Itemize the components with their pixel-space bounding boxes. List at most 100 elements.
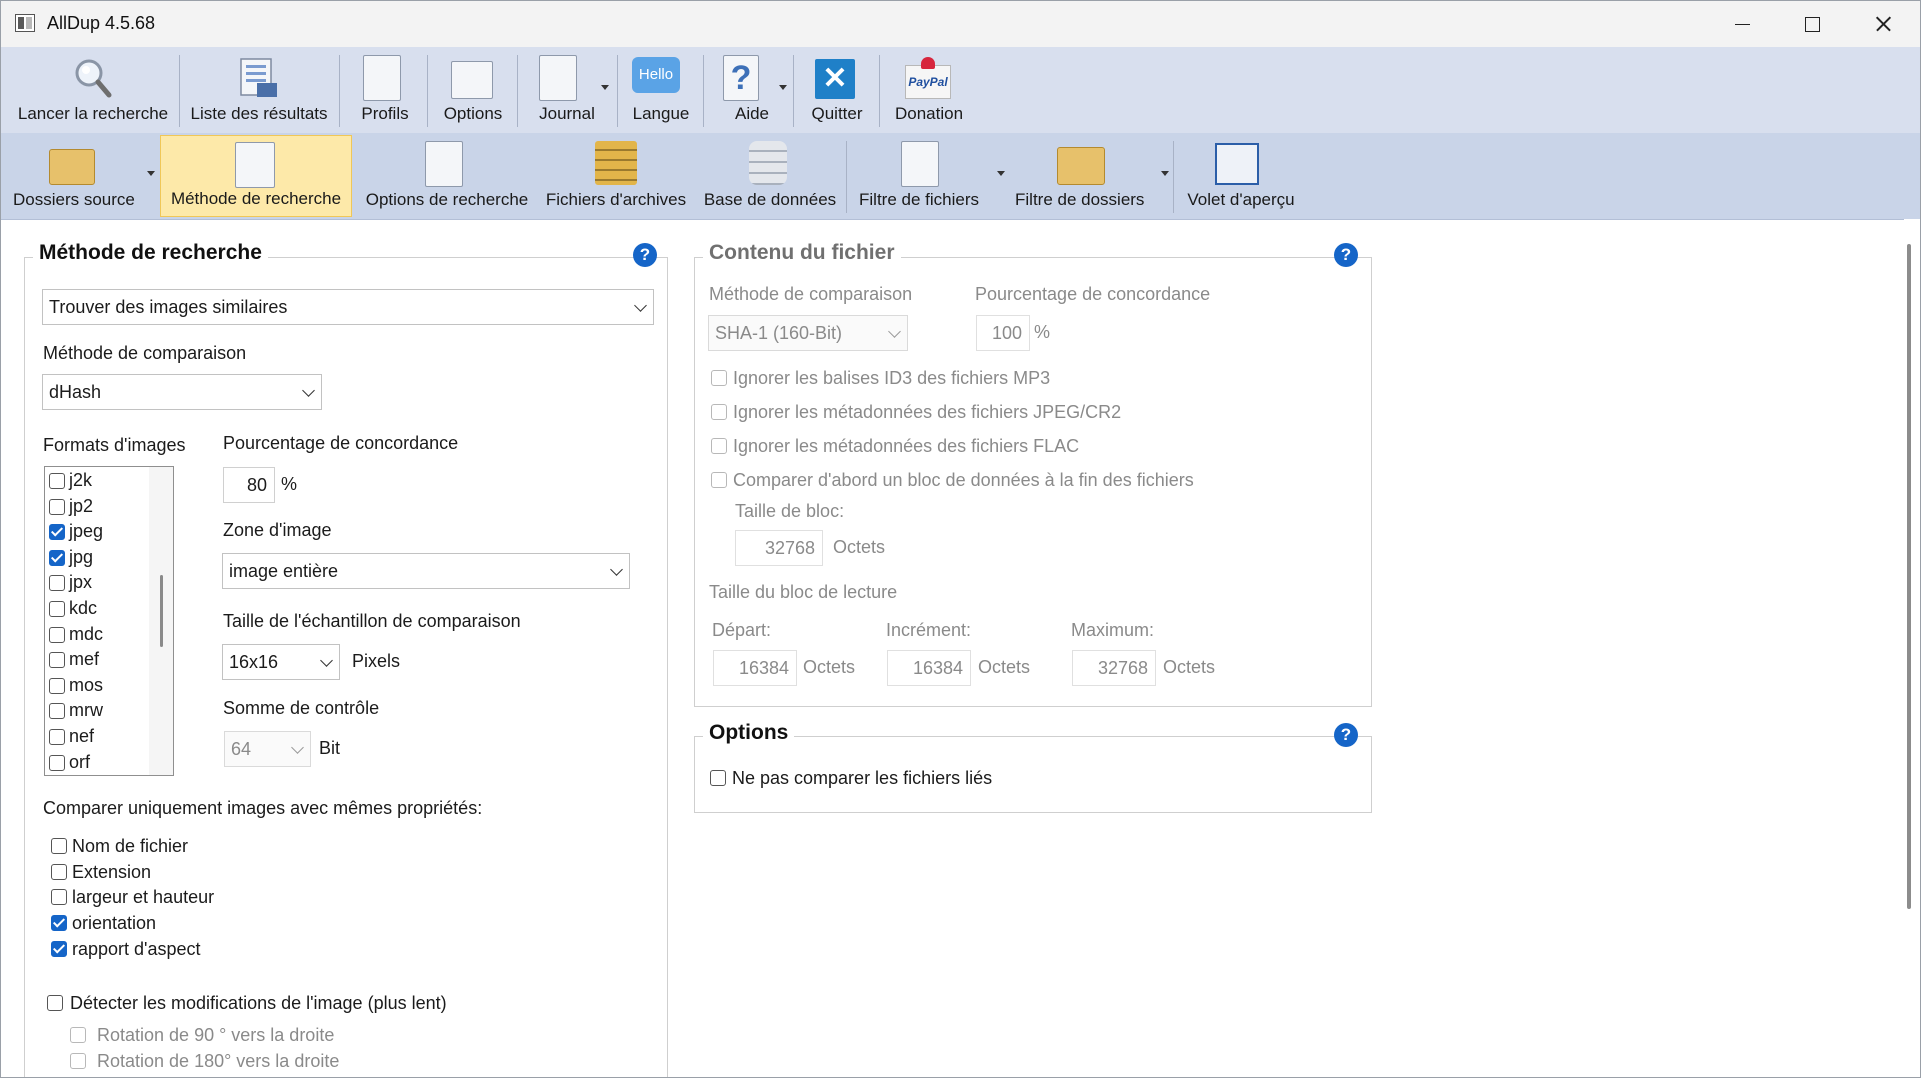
journal-button[interactable]: Journal	[521, 47, 613, 133]
options-title: Options	[703, 721, 795, 745]
format-label: mos	[69, 674, 104, 695]
ignore-flac-checkbox[interactable]	[711, 438, 727, 454]
quit-button[interactable]: ✕ Quitter	[797, 47, 877, 133]
ignore-id3-checkbox[interactable]	[711, 370, 727, 386]
image-formats-list[interactable]: j2k jp2 jpeg jpg jpx kdc mdc mef mos mrw nef orf	[44, 466, 174, 776]
toolbar-separator	[1173, 141, 1174, 213]
archive-files-label: Fichiers d'archives	[545, 190, 687, 209]
toolbar-separator	[617, 55, 618, 127]
file-filter-button[interactable]: Filtre de fichiers	[853, 133, 1005, 219]
source-folders-dropdown-icon[interactable]	[147, 171, 155, 176]
folder-filter-icon	[1057, 147, 1105, 185]
compare-block-label: Comparer d'abord un bloc de données à la…	[733, 470, 1194, 490]
options-help-icon[interactable]: ?	[1334, 723, 1358, 747]
increment-input[interactable]: 16384	[887, 650, 971, 686]
compare-method-select[interactable]: dHash	[42, 374, 322, 410]
property-checkbox[interactable]	[51, 863, 67, 880]
format-checkbox[interactable]	[49, 524, 65, 541]
search-method-select[interactable]: Trouver des images similaires	[42, 289, 654, 325]
search-method-label: Méthode de recherche	[170, 189, 342, 208]
property-checkbox[interactable]	[51, 915, 67, 932]
formats-scrollbar[interactable]	[149, 467, 173, 775]
detect-modifications-checkbox[interactable]	[47, 995, 63, 1011]
format-checkbox[interactable]	[49, 677, 65, 694]
rotate-90-checkbox[interactable]	[70, 1027, 86, 1043]
start-search-label: Lancer la recherche	[17, 104, 169, 123]
format-checkbox[interactable]	[49, 754, 65, 771]
start-input[interactable]: 16384	[713, 650, 797, 686]
format-checkbox[interactable]	[49, 703, 65, 720]
image-zone-value: image entière	[229, 561, 339, 581]
format-checkbox[interactable]	[49, 473, 65, 489]
checksum-select[interactable]: 64	[224, 731, 311, 767]
compare-block-checkbox[interactable]	[711, 472, 727, 488]
options-icon	[451, 61, 493, 99]
language-button[interactable]: Hello Langue	[621, 47, 701, 133]
help-button[interactable]: ? Aide	[707, 47, 797, 133]
vertical-scroll-thumb[interactable]	[1907, 244, 1911, 909]
help-dropdown-icon[interactable]	[779, 85, 787, 90]
file-content-help-icon[interactable]: ?	[1334, 243, 1358, 267]
folder-filter-button[interactable]: Filtre de dossiers	[1009, 133, 1169, 219]
database-button[interactable]: Base de données	[699, 133, 841, 219]
start-unit: Octets	[803, 657, 856, 677]
maximum-label: Maximum:	[1071, 620, 1155, 640]
toolbar-separator	[793, 55, 794, 127]
no-linked-files-checkbox[interactable]	[710, 770, 726, 786]
file-filter-dropdown-icon[interactable]	[997, 171, 1005, 176]
search-method-help-icon[interactable]: ?	[633, 243, 657, 267]
options-label: Options	[443, 104, 503, 123]
donation-button[interactable]: PayPal Donation	[883, 47, 975, 133]
format-checkbox[interactable]	[49, 575, 65, 592]
fc-compare-method-select[interactable]: SHA-1 (160-Bit)	[708, 315, 908, 351]
start-search-button[interactable]: Lancer la recherche	[9, 47, 177, 133]
property-checkbox[interactable]	[51, 838, 67, 854]
property-checkbox[interactable]	[51, 940, 67, 957]
journal-label: Journal	[539, 104, 595, 123]
block-size-input[interactable]: 32768	[735, 530, 823, 566]
chevron-down-icon	[634, 299, 647, 312]
results-list-button[interactable]: Liste des résultats	[185, 47, 333, 133]
sample-size-select[interactable]: 16x16	[222, 644, 340, 680]
maximum-input[interactable]: 32768	[1072, 650, 1156, 686]
paypal-icon: PayPal	[905, 65, 951, 99]
sample-size-label: Taille de l'échantillon de comparaison	[223, 611, 521, 631]
minimize-button[interactable]	[1707, 1, 1777, 47]
formats-scroll-thumb[interactable]	[160, 575, 163, 647]
format-checkbox[interactable]	[49, 498, 65, 515]
fc-match-percent-input[interactable]: 100	[976, 315, 1030, 351]
database-icon	[749, 141, 787, 185]
ignore-jpeg-checkbox[interactable]	[711, 404, 727, 420]
maximize-button[interactable]	[1777, 1, 1847, 47]
close-button[interactable]	[1847, 1, 1917, 47]
archive-files-button[interactable]: Fichiers d'archives	[541, 133, 691, 219]
rotate-180-checkbox[interactable]	[70, 1053, 86, 1069]
format-checkbox[interactable]	[49, 601, 65, 617]
search-method-button[interactable]: Méthode de recherche	[160, 135, 352, 217]
toolbar-separator	[427, 55, 428, 127]
preview-pane-icon	[1215, 143, 1259, 185]
format-checkbox[interactable]	[49, 626, 65, 643]
journal-dropdown-icon[interactable]	[601, 85, 609, 90]
preview-pane-button[interactable]: Volet d'aperçu	[1179, 133, 1303, 219]
format-checkbox[interactable]	[49, 729, 65, 745]
source-folders-icon	[49, 149, 95, 185]
search-options-button[interactable]: Options de recherche	[357, 133, 537, 219]
format-checkbox[interactable]	[49, 549, 65, 566]
image-zone-select[interactable]: image entière	[222, 553, 630, 589]
checksum-label: Somme de contrôle	[223, 698, 380, 718]
chevron-down-icon	[888, 325, 901, 338]
secondary-toolbar: Dossiers source Méthode de recherche Opt…	[1, 133, 1920, 220]
match-percent-input[interactable]: 80	[223, 467, 275, 503]
format-label: mef	[69, 649, 100, 670]
property-checkbox[interactable]	[51, 889, 67, 906]
source-folders-button[interactable]: Dossiers source	[7, 133, 155, 219]
image-zone-label: Zone d'image	[223, 520, 332, 540]
chevron-down-icon	[291, 741, 304, 754]
profiles-button[interactable]: Profils	[345, 47, 425, 133]
options-button[interactable]: Options	[433, 47, 513, 133]
format-checkbox[interactable]	[49, 652, 65, 669]
folder-filter-dropdown-icon[interactable]	[1161, 171, 1169, 176]
results-list-label: Liste des résultats	[190, 104, 328, 123]
rotate-90-label: Rotation de 90 ° vers la droite	[97, 1025, 335, 1045]
